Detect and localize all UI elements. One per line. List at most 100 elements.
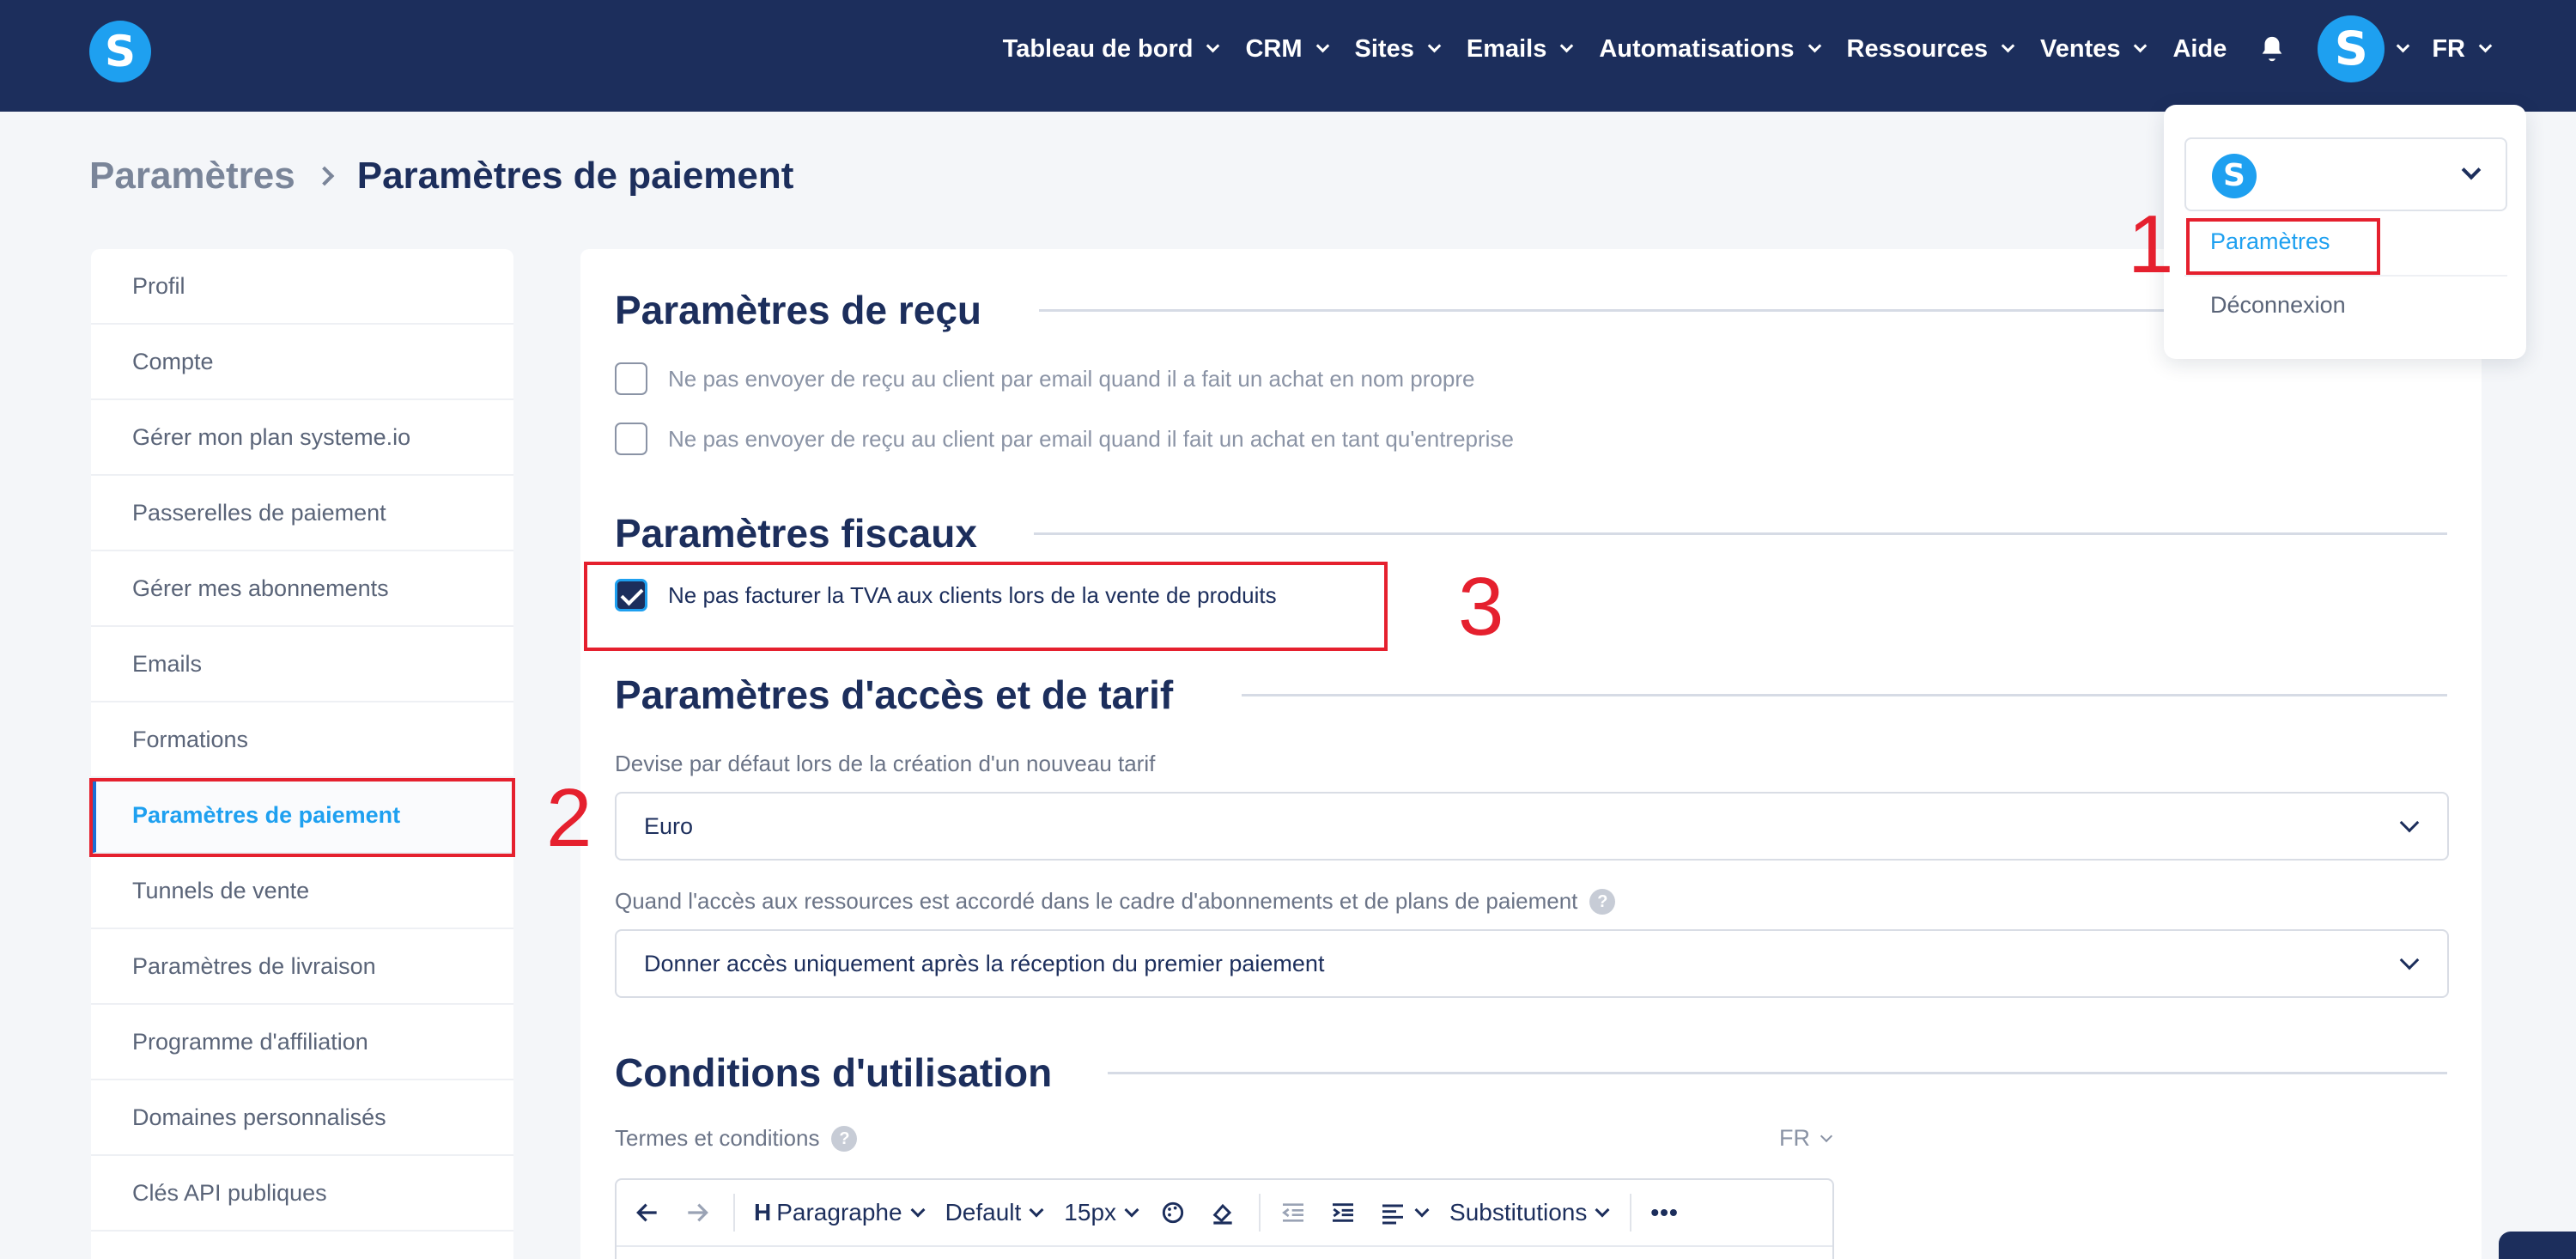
nav-item-resources[interactable]: Ressources bbox=[1847, 35, 2015, 64]
align-dropdown[interactable] bbox=[1379, 1199, 1430, 1226]
undo-icon[interactable] bbox=[634, 1199, 661, 1226]
font-dropdown[interactable]: Default bbox=[945, 1199, 1044, 1226]
terms-language-selector[interactable]: FR bbox=[1779, 1125, 1833, 1152]
highlight-box-vat-option bbox=[584, 562, 1388, 651]
receipt-option-company[interactable]: Ne pas envoyer de reçu au client par ema… bbox=[615, 423, 1514, 455]
sidebar-item-api-keys[interactable]: Clés API publiques bbox=[91, 1156, 513, 1232]
sidebar-item-plan[interactable]: Gérer mon plan systeme.io bbox=[91, 400, 513, 476]
payment-settings-panel: Paramètres de reçu Ne pas envoyer de reç… bbox=[580, 249, 2482, 1259]
chevron-down-icon bbox=[1807, 39, 1821, 53]
toolbar-label: Substitutions bbox=[1449, 1199, 1588, 1226]
bell-icon[interactable] bbox=[2257, 33, 2287, 64]
nav-label: Sites bbox=[1354, 34, 1414, 63]
nav-label: Automatisations bbox=[1599, 34, 1795, 63]
receipt-option-individual[interactable]: Ne pas envoyer de reçu au client par ema… bbox=[615, 362, 1474, 395]
breadcrumb-parent[interactable]: Paramètres bbox=[89, 155, 295, 198]
field-label-text: Quand l'accès aux ressources est accordé… bbox=[615, 888, 1578, 914]
section-divider bbox=[1108, 1072, 2447, 1074]
receipt-section-title: Paramètres de reçu bbox=[615, 288, 982, 332]
toolbar-label: Paragraphe bbox=[776, 1199, 902, 1226]
text-color-icon[interactable] bbox=[1159, 1199, 1187, 1226]
chevron-down-icon bbox=[2001, 39, 2015, 53]
nav-item-emails[interactable]: Emails bbox=[1466, 34, 1574, 64]
access-section-title: Paramètres d'accès et de tarif bbox=[615, 672, 1174, 717]
terms-label: Termes et conditions ? bbox=[615, 1125, 858, 1152]
highlight-icon[interactable] bbox=[1209, 1199, 1236, 1226]
toolbar-divider bbox=[1259, 1194, 1261, 1232]
nav-item-sites[interactable]: Sites bbox=[1354, 34, 1442, 64]
nav-item-help[interactable]: Aide bbox=[2172, 35, 2227, 64]
nav-label: Emails bbox=[1466, 34, 1547, 63]
redo-icon[interactable] bbox=[683, 1199, 711, 1226]
align-left-icon bbox=[1382, 1204, 1404, 1225]
nav-label: Tableau de bord bbox=[1002, 34, 1194, 63]
font-size-dropdown[interactable]: 15px bbox=[1064, 1199, 1139, 1226]
top-navbar: S Tableau de bord CRM Sites Emails Autom… bbox=[0, 0, 2576, 112]
chevron-down-icon bbox=[2399, 812, 2420, 833]
chevron-down-icon bbox=[1595, 1202, 1610, 1218]
tax-section-title: Paramètres fiscaux bbox=[615, 511, 977, 556]
sidebar-item-payment-gateways[interactable]: Passerelles de paiement bbox=[91, 476, 513, 551]
systemeio-logo[interactable]: S bbox=[89, 21, 151, 82]
chevron-down-icon bbox=[910, 1202, 926, 1218]
chat-widget-button[interactable] bbox=[2499, 1232, 2576, 1259]
sidebar-item-account[interactable]: Compte bbox=[91, 325, 513, 400]
terms-editor[interactable]: HParagraphe Default 15px Substitutions bbox=[615, 1178, 1834, 1259]
nav-item-automations[interactable]: Automatisations bbox=[1599, 34, 1821, 64]
currency-label: Devise par défaut lors de la création d'… bbox=[615, 751, 1156, 776]
workspace-select[interactable]: S bbox=[2184, 137, 2507, 211]
chevron-down-icon bbox=[1427, 39, 1442, 53]
outdent-icon[interactable] bbox=[1279, 1199, 1307, 1226]
nav-item-dashboard[interactable]: Tableau de bord bbox=[1002, 34, 1220, 64]
annotation-number-2: 2 bbox=[546, 772, 592, 864]
dropdown-divider bbox=[2184, 275, 2507, 277]
access-select[interactable]: Donner accès uniquement après la récepti… bbox=[615, 929, 2449, 998]
dropdown-logout-link[interactable]: Déconnexion bbox=[2210, 292, 2346, 319]
sidebar-item-subscriptions[interactable]: Gérer mes abonnements bbox=[91, 551, 513, 627]
more-options-icon[interactable]: ••• bbox=[1650, 1199, 1678, 1226]
checkbox-label: Ne pas envoyer de reçu au client par ema… bbox=[668, 365, 1475, 392]
paragraph-dropdown[interactable]: H Paragraphe bbox=[754, 1199, 926, 1226]
sidebar-item-delivery[interactable]: Paramètres de livraison bbox=[91, 929, 513, 1005]
nav-item-sales[interactable]: Ventes bbox=[2039, 34, 2148, 64]
language-label: FR bbox=[2432, 34, 2465, 63]
terms-section-title: Conditions d'utilisation bbox=[615, 1050, 1053, 1095]
highlight-box-payment-settings bbox=[89, 778, 515, 857]
chevron-down-icon bbox=[1206, 39, 1220, 53]
substitutions-dropdown[interactable]: Substitutions bbox=[1449, 1199, 1610, 1226]
chevron-down-icon bbox=[1029, 1202, 1044, 1218]
sidebar-item-domains[interactable]: Domaines personnalisés bbox=[91, 1080, 513, 1156]
avatar-chevron-icon[interactable] bbox=[2397, 39, 2410, 53]
toolbar-divider bbox=[733, 1194, 735, 1232]
checkbox[interactable] bbox=[615, 423, 647, 455]
annotation-number-1: 1 bbox=[2128, 198, 2174, 290]
toolbar-label: 15px bbox=[1064, 1199, 1117, 1226]
section-divider bbox=[1034, 532, 2447, 535]
sidebar-item-courses[interactable]: Formations bbox=[91, 702, 513, 778]
chevron-down-icon bbox=[2478, 39, 2493, 53]
chevron-down-icon bbox=[2399, 950, 2420, 970]
help-icon[interactable]: ? bbox=[831, 1125, 858, 1152]
nav-item-crm[interactable]: CRM bbox=[1245, 35, 1329, 64]
field-label-text: Termes et conditions bbox=[615, 1125, 820, 1151]
chevron-down-icon bbox=[2461, 160, 2482, 180]
select-value: Donner accès uniquement après la récepti… bbox=[644, 950, 1325, 976]
sidebar-item-affiliate[interactable]: Programme d'affiliation bbox=[91, 1005, 513, 1080]
nav-label: Ventes bbox=[2039, 34, 2121, 63]
editor-toolbar: HParagraphe Default 15px Substitutions bbox=[617, 1180, 1832, 1247]
sidebar-item-sales-funnels[interactable]: Tunnels de vente bbox=[91, 854, 513, 929]
chevron-down-icon bbox=[1560, 39, 1574, 53]
indent-icon[interactable] bbox=[1329, 1199, 1357, 1226]
sidebar-item-emails[interactable]: Emails bbox=[91, 627, 513, 702]
checkbox[interactable] bbox=[615, 362, 647, 395]
chevron-down-icon bbox=[1820, 1129, 1833, 1142]
avatar[interactable]: S bbox=[2318, 15, 2385, 82]
sidebar-item-profile[interactable]: Profil bbox=[91, 249, 513, 325]
section-divider bbox=[1242, 694, 2447, 696]
settings-sidebar: Profil Compte Gérer mon plan systeme.io … bbox=[91, 249, 513, 1259]
currency-select[interactable]: Euro bbox=[615, 792, 2449, 861]
language-selector[interactable]: FR bbox=[2432, 34, 2493, 64]
chevron-down-icon bbox=[1315, 39, 1329, 53]
checkbox-label: Ne pas envoyer de reçu au client par ema… bbox=[668, 425, 1514, 452]
help-icon[interactable]: ? bbox=[1589, 888, 1616, 915]
